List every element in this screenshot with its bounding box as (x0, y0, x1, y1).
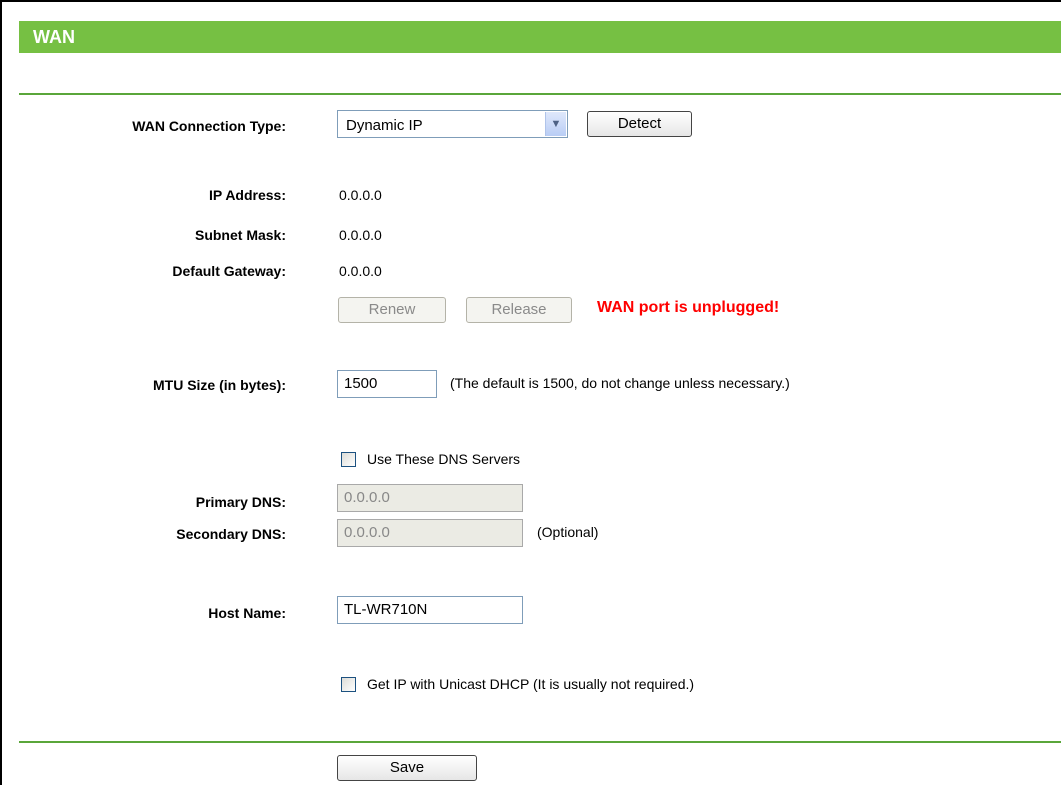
wan-unplugged-warning: WAN port is unplugged! (597, 299, 780, 316)
primary-dns-label: Primary DNS: (195, 494, 286, 510)
window-border-top (0, 0, 1061, 2)
section-header: WAN (19, 21, 1061, 53)
host-name-label: Host Name: (208, 605, 286, 621)
unicast-dhcp-checkbox[interactable] (341, 677, 356, 692)
ip-address-label: IP Address: (208, 187, 286, 203)
chevron-down-icon[interactable]: ▼ (545, 112, 566, 136)
mtu-size-label: MTU Size (in bytes): (152, 377, 286, 393)
primary-dns-input[interactable]: 0.0.0.0 (337, 484, 523, 512)
renew-button[interactable]: Renew (338, 297, 446, 323)
subnet-mask-value: 0.0.0.0 (339, 227, 382, 243)
release-button[interactable]: Release (466, 297, 572, 323)
divider-top (19, 93, 1061, 95)
secondary-dns-optional: (Optional) (537, 524, 599, 540)
secondary-dns-label: Secondary DNS: (176, 526, 286, 542)
default-gateway-value: 0.0.0.0 (339, 263, 382, 279)
subnet-mask-label: Subnet Mask: (194, 227, 286, 243)
use-dns-checkbox[interactable] (341, 452, 356, 467)
connection-type-value: Dynamic IP (346, 117, 423, 134)
divider-bottom (19, 741, 1061, 743)
save-button[interactable]: Save (337, 755, 477, 781)
window-border-left (0, 0, 2, 785)
mtu-hint: (The default is 1500, do not change unle… (450, 375, 790, 391)
page-title: WAN (33, 27, 75, 47)
secondary-dns-input[interactable]: 0.0.0.0 (337, 519, 523, 547)
mtu-size-input[interactable]: 1500 (337, 370, 437, 398)
default-gateway-label: Default Gateway: (172, 263, 286, 279)
ip-address-value: 0.0.0.0 (339, 187, 382, 203)
host-name-input[interactable]: TL-WR710N (337, 596, 523, 624)
use-dns-label: Use These DNS Servers (367, 451, 521, 467)
connection-type-select[interactable]: Dynamic IP ▼ (337, 110, 568, 138)
connection-type-label: WAN Connection Type: (132, 118, 286, 134)
unicast-dhcp-label: Get IP with Unicast DHCP (It is usually … (367, 676, 695, 692)
detect-button[interactable]: Detect (587, 111, 692, 137)
